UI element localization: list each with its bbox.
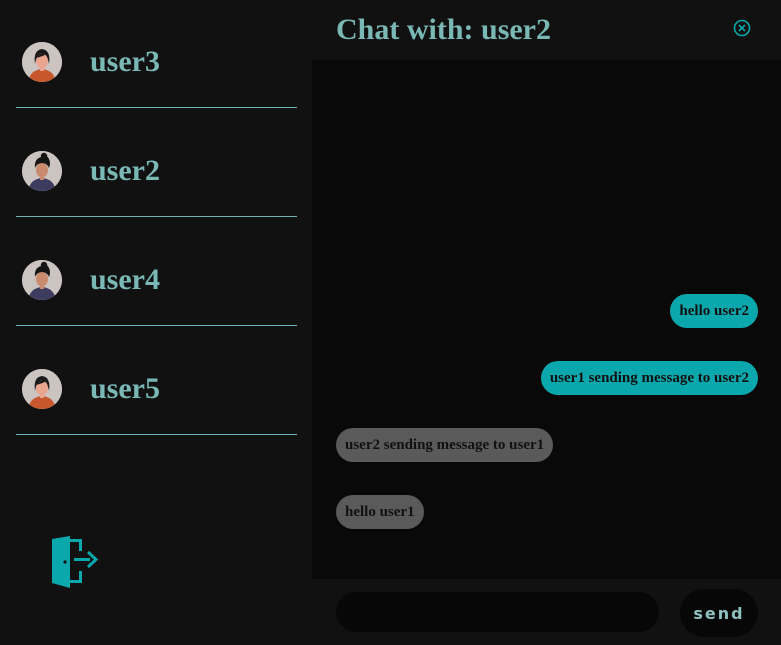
- message-bubble-received: user2 sending message to user1: [336, 428, 554, 462]
- send-button[interactable]: send: [680, 589, 758, 637]
- user-name-label: user2: [90, 154, 160, 187]
- message-bubble-received: hello user1: [336, 495, 424, 529]
- message-input[interactable]: [336, 592, 659, 632]
- chat-app: user3 user2 user4 user5 Chat with: user2…: [0, 0, 781, 645]
- male-avatar-icon: [22, 151, 62, 191]
- female-avatar-icon: [22, 369, 62, 409]
- logout-button[interactable]: [50, 535, 100, 589]
- user-name-label: user3: [90, 45, 160, 78]
- close-circle-icon: [733, 19, 751, 37]
- user-list-sidebar: user3 user2 user4 user5: [0, 0, 312, 645]
- chat-title: Chat with: user2: [336, 13, 551, 46]
- message-list: hello user2 user1 sending message to use…: [312, 60, 781, 579]
- male-avatar-icon: [22, 260, 62, 300]
- message-composer: send: [312, 579, 781, 645]
- chat-header: Chat with: user2: [312, 0, 781, 60]
- user-list-item-user5[interactable]: user5: [16, 327, 297, 435]
- user-list-item-user2[interactable]: user2: [16, 109, 297, 217]
- female-avatar-icon: [22, 42, 62, 82]
- user-name-label: user5: [90, 372, 160, 405]
- close-chat-button[interactable]: [732, 18, 752, 38]
- user-list-item-user3[interactable]: user3: [16, 0, 297, 108]
- message-bubble-sent: hello user2: [670, 294, 758, 328]
- message-bubble-sent: user1 sending message to user2: [540, 361, 758, 395]
- user-list-item-user4[interactable]: user4: [16, 218, 297, 326]
- logout-door-icon: [52, 536, 99, 588]
- user-name-label: user4: [90, 263, 160, 296]
